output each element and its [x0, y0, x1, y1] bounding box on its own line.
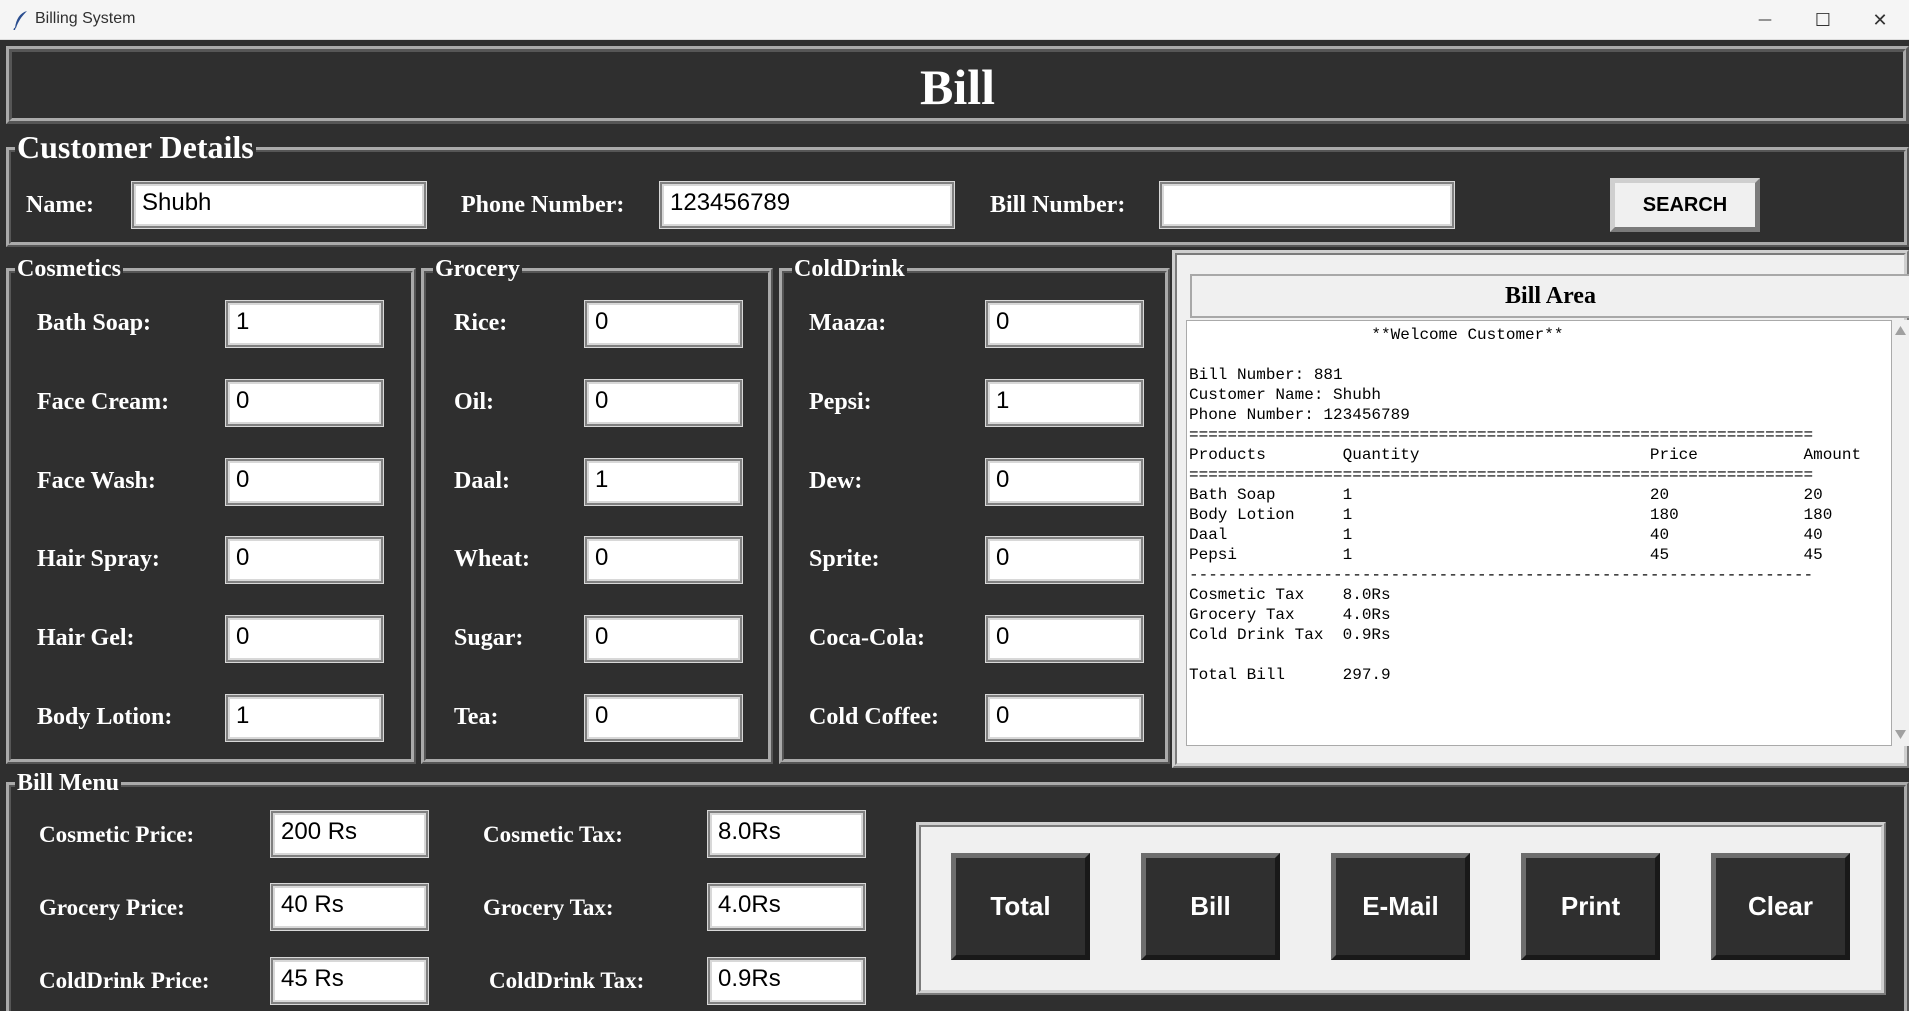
window-title: Billing System	[35, 10, 136, 27]
bill-button[interactable]: Bill	[1141, 853, 1280, 960]
colddrink-price-label: ColdDrink Price:	[39, 968, 210, 993]
hair-gel-input[interactable]: 0	[225, 615, 384, 663]
grocery-tax-label: Grocery Tax:	[483, 895, 614, 920]
coca-cola-label: Coca-Cola:	[809, 625, 925, 651]
bill-scrollbar[interactable]	[1892, 320, 1909, 746]
hair-spray-label: Hair Spray:	[37, 546, 160, 572]
search-button[interactable]: SEARCH	[1610, 178, 1760, 232]
close-icon: ✕	[1872, 9, 1888, 31]
maximize-icon: ☐	[1814, 9, 1832, 31]
bill-text: **Welcome Customer** Bill Number: 881 Cu…	[1189, 326, 1862, 684]
grocery-price-label: Grocery Price:	[39, 895, 185, 920]
bill-area-title: Bill Area	[1190, 274, 1909, 318]
rice-label: Rice:	[454, 310, 508, 336]
bath-soap-input[interactable]: 1	[225, 300, 384, 348]
tea-input[interactable]: 0	[584, 694, 743, 742]
rice-input[interactable]: 0	[584, 300, 743, 348]
window-title-bar: Billing System — ☐ ✕	[0, 0, 1909, 40]
cosmetic-price-label: Cosmetic Price:	[39, 822, 195, 847]
pepsi-label: Pepsi:	[809, 389, 872, 415]
name-input[interactable]: Shubh	[131, 181, 427, 229]
daal-input[interactable]: 1	[584, 458, 743, 506]
dew-label: Dew:	[809, 468, 863, 494]
hair-gel-label: Hair Gel:	[37, 625, 135, 651]
tea-label: Tea:	[454, 704, 499, 730]
body-lotion-input[interactable]: 1	[225, 694, 384, 742]
cosmetics-legend: Cosmetics	[15, 256, 123, 283]
pepsi-input[interactable]: 1	[985, 379, 1144, 427]
face-cream-input[interactable]: 0	[225, 379, 384, 427]
hair-spray-input[interactable]: 0	[225, 536, 384, 584]
bill-textarea[interactable]: **Welcome Customer** Bill Number: 881 Cu…	[1186, 320, 1892, 746]
clear-button[interactable]: Clear	[1711, 853, 1850, 960]
grocery-price-input[interactable]: 40 Rs	[270, 883, 429, 931]
colddrink-price-input[interactable]: 45 Rs	[270, 957, 429, 1005]
body-lotion-label: Body Lotion:	[37, 704, 173, 730]
scroll-down-arrow-icon[interactable]	[1895, 730, 1906, 739]
phone-label: Phone Number:	[461, 192, 625, 218]
cosmetic-tax-input[interactable]: 8.0Rs	[707, 810, 866, 858]
dew-input[interactable]: 0	[985, 458, 1144, 506]
scroll-up-arrow-icon[interactable]	[1895, 326, 1906, 335]
bill-number-label: Bill Number:	[990, 192, 1126, 218]
oil-input[interactable]: 0	[584, 379, 743, 427]
colddrink-tax-input[interactable]: 0.9Rs	[707, 957, 866, 1005]
phone-input[interactable]: 123456789	[659, 181, 955, 229]
cosmetic-price-input[interactable]: 200 Rs	[270, 810, 429, 858]
minimize-icon: —	[1758, 12, 1772, 28]
cosmetic-tax-label: Cosmetic Tax:	[483, 822, 623, 847]
sugar-input[interactable]: 0	[584, 615, 743, 663]
colddrink-tax-label: ColdDrink Tax:	[489, 968, 645, 993]
maaza-label: Maaza:	[809, 310, 887, 336]
close-button[interactable]: ✕	[1851, 0, 1909, 40]
face-wash-input[interactable]: 0	[225, 458, 384, 506]
cold-coffee-label: Cold Coffee:	[809, 704, 939, 730]
customer-details-legend: Customer Details	[15, 129, 256, 166]
wheat-label: Wheat:	[454, 546, 530, 572]
sprite-label: Sprite:	[809, 546, 880, 572]
print-button[interactable]: Print	[1521, 853, 1660, 960]
feather-icon	[13, 11, 27, 30]
daal-label: Daal:	[454, 468, 510, 494]
face-cream-label: Face Cream:	[37, 389, 170, 415]
name-label: Name:	[26, 192, 94, 218]
sugar-label: Sugar:	[454, 625, 524, 651]
bath-soap-label: Bath Soap:	[37, 310, 152, 336]
minimize-button[interactable]: —	[1736, 0, 1794, 40]
coca-cola-input[interactable]: 0	[985, 615, 1144, 663]
grocery-tax-input[interactable]: 4.0Rs	[707, 883, 866, 931]
wheat-input[interactable]: 0	[584, 536, 743, 584]
grocery-legend: Grocery	[433, 256, 522, 283]
email-button[interactable]: E-Mail	[1331, 853, 1470, 960]
face-wash-label: Face Wash:	[37, 468, 156, 494]
bill-menu-legend: Bill Menu	[15, 770, 122, 797]
maximize-button[interactable]: ☐	[1794, 0, 1852, 40]
header-panel: Bill	[6, 46, 1909, 124]
total-button[interactable]: Total	[951, 853, 1090, 960]
sprite-input[interactable]: 0	[985, 536, 1144, 584]
maaza-input[interactable]: 0	[985, 300, 1144, 348]
cold-coffee-input[interactable]: 0	[985, 694, 1144, 742]
page-title: Bill	[919, 59, 996, 115]
oil-label: Oil:	[454, 389, 494, 415]
colddrink-legend: ColdDrink	[792, 256, 907, 283]
bill-number-input[interactable]	[1159, 181, 1455, 229]
